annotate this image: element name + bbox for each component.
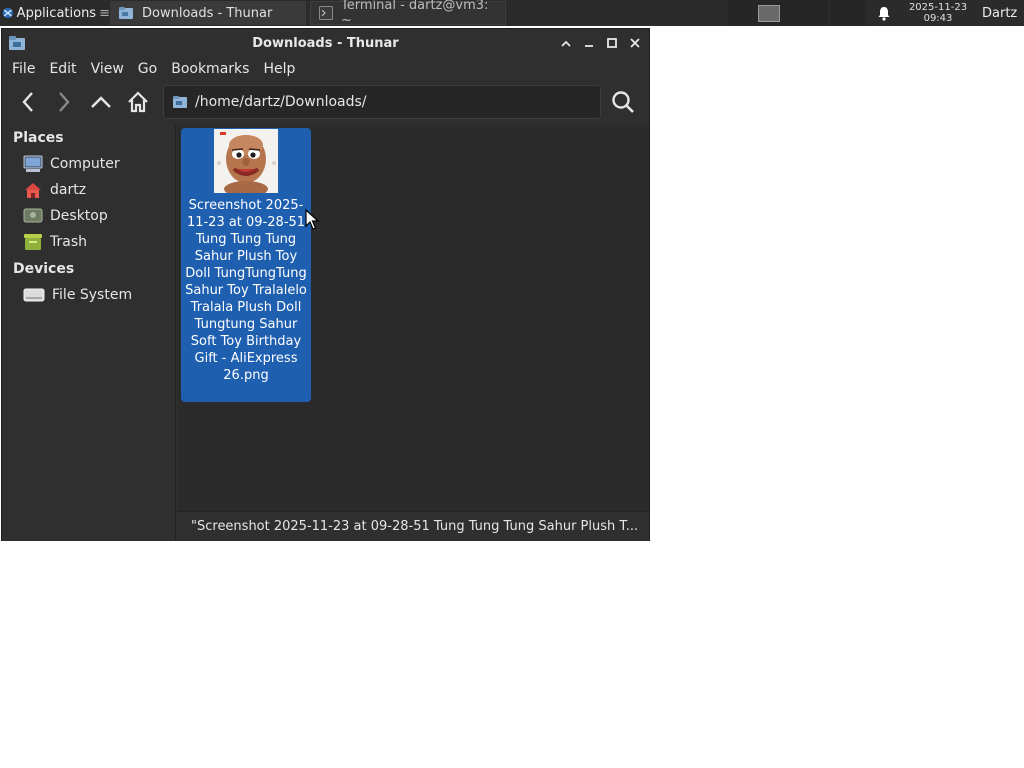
- desktop-icon: [23, 208, 43, 223]
- location-bar[interactable]: /home/dartz/Downloads/: [163, 85, 601, 119]
- menu-edit[interactable]: Edit: [49, 61, 76, 77]
- drive-icon: [23, 288, 45, 302]
- maximize-button[interactable]: [603, 35, 620, 51]
- toolbar: /home/dartz/Downloads/: [2, 81, 649, 123]
- file-manager-icon: [9, 36, 25, 50]
- close-icon: [629, 38, 640, 48]
- clock[interactable]: 2025-11-23 09:43: [902, 2, 974, 24]
- parent-folder-button[interactable]: [83, 84, 119, 120]
- folder-icon: [173, 96, 187, 108]
- chevron-up-icon: [91, 96, 111, 108]
- close-button[interactable]: [626, 35, 643, 51]
- sidebar-item-label: Computer: [50, 156, 120, 172]
- home-button[interactable]: [120, 84, 156, 120]
- menu-bar: File Edit View Go Bookmarks Help: [2, 57, 649, 81]
- applications-menu-button[interactable]: Applications ≡: [0, 0, 110, 26]
- clock-time: 09:43: [923, 13, 953, 24]
- sidebar-item-label: Desktop: [50, 208, 108, 224]
- sidebar-item-file-system[interactable]: File System: [2, 282, 175, 308]
- title-bar[interactable]: Downloads - Thunar: [2, 29, 649, 57]
- clock-date: 2025-11-23: [908, 2, 968, 13]
- applications-label: Applications: [16, 5, 97, 21]
- maximize-icon: [606, 38, 617, 48]
- minimize-icon: [584, 45, 593, 47]
- chevron-left-icon: [22, 92, 33, 112]
- shade-button[interactable]: [557, 35, 574, 51]
- devices-heading: Devices: [13, 261, 75, 277]
- chevron-right-icon: [59, 92, 70, 112]
- sidebar: Places Computer dartz Desktop Trash Devi…: [2, 125, 176, 541]
- menu-view[interactable]: View: [91, 61, 124, 77]
- folder-icon: [119, 7, 133, 19]
- sidebar-item-computer[interactable]: Computer: [2, 151, 175, 177]
- home-folder-icon: [25, 183, 41, 198]
- status-bar: "Screenshot 2025-11-23 at 09-28-51 Tung …: [177, 511, 649, 541]
- file-icon-view[interactable]: Screenshot 2025-11-23 at 09-28-51 Tung T…: [177, 125, 649, 511]
- search-icon: [612, 91, 634, 113]
- user-menu[interactable]: Dartz: [974, 6, 1024, 21]
- workspace-icon: [758, 4, 780, 22]
- search-button[interactable]: [605, 84, 641, 120]
- file-name-label: Screenshot 2025-11-23 at 09-28-51 Tung T…: [185, 198, 307, 383]
- sidebar-item-label: dartz: [50, 182, 87, 198]
- taskbar-item-label: Terminal - dartz@vm3: ~: [341, 0, 489, 28]
- menu-file[interactable]: File: [12, 61, 35, 77]
- sidebar-item-desktop[interactable]: Desktop: [2, 203, 175, 229]
- computer-icon: [23, 155, 43, 172]
- terminal-icon: [319, 6, 333, 20]
- image-thumbnail: [214, 129, 278, 193]
- plush-doll-thumbnail-icon: [214, 129, 278, 193]
- menu-icon: ≡: [99, 5, 110, 21]
- sidebar-item-label: Trash: [50, 234, 87, 250]
- taskbar-item-terminal[interactable]: Terminal - dartz@vm3: ~: [310, 0, 506, 28]
- sidebar-item-trash[interactable]: Trash: [2, 229, 175, 255]
- file-item[interactable]: Screenshot 2025-11-23 at 09-28-51 Tung T…: [181, 128, 311, 402]
- window-title: Downloads - Thunar: [252, 35, 399, 51]
- xfce-logo-icon: [2, 7, 13, 19]
- bell-icon: [878, 6, 890, 21]
- menu-go[interactable]: Go: [138, 61, 157, 77]
- notifications-button[interactable]: [866, 0, 902, 26]
- minimize-button[interactable]: [580, 35, 597, 51]
- trash-icon: [24, 234, 42, 250]
- menu-bookmarks[interactable]: Bookmarks: [171, 61, 249, 77]
- mouse-cursor-icon: [305, 209, 319, 230]
- workspace-switcher[interactable]: [728, 0, 828, 26]
- forward-button[interactable]: [46, 84, 82, 120]
- back-button[interactable]: [10, 84, 46, 120]
- sidebar-item-label: File System: [52, 287, 133, 303]
- location-path: /home/dartz/Downloads/: [195, 94, 367, 110]
- taskbar-item-label: Downloads - Thunar: [142, 5, 273, 21]
- sidebar-item-dartz[interactable]: dartz: [2, 177, 175, 203]
- home-icon: [128, 91, 148, 113]
- taskbar-item-thunar[interactable]: Downloads - Thunar: [110, 1, 306, 25]
- top-panel: Applications ≡ Downloads - Thunar Termin…: [0, 0, 1024, 28]
- menu-help[interactable]: Help: [263, 61, 295, 77]
- places-heading: Places: [13, 130, 64, 146]
- panel-tray-area: [830, 0, 866, 26]
- thunar-window: Downloads - Thunar File Edit View Go Boo…: [1, 28, 650, 541]
- chevron-up-icon: [560, 40, 571, 47]
